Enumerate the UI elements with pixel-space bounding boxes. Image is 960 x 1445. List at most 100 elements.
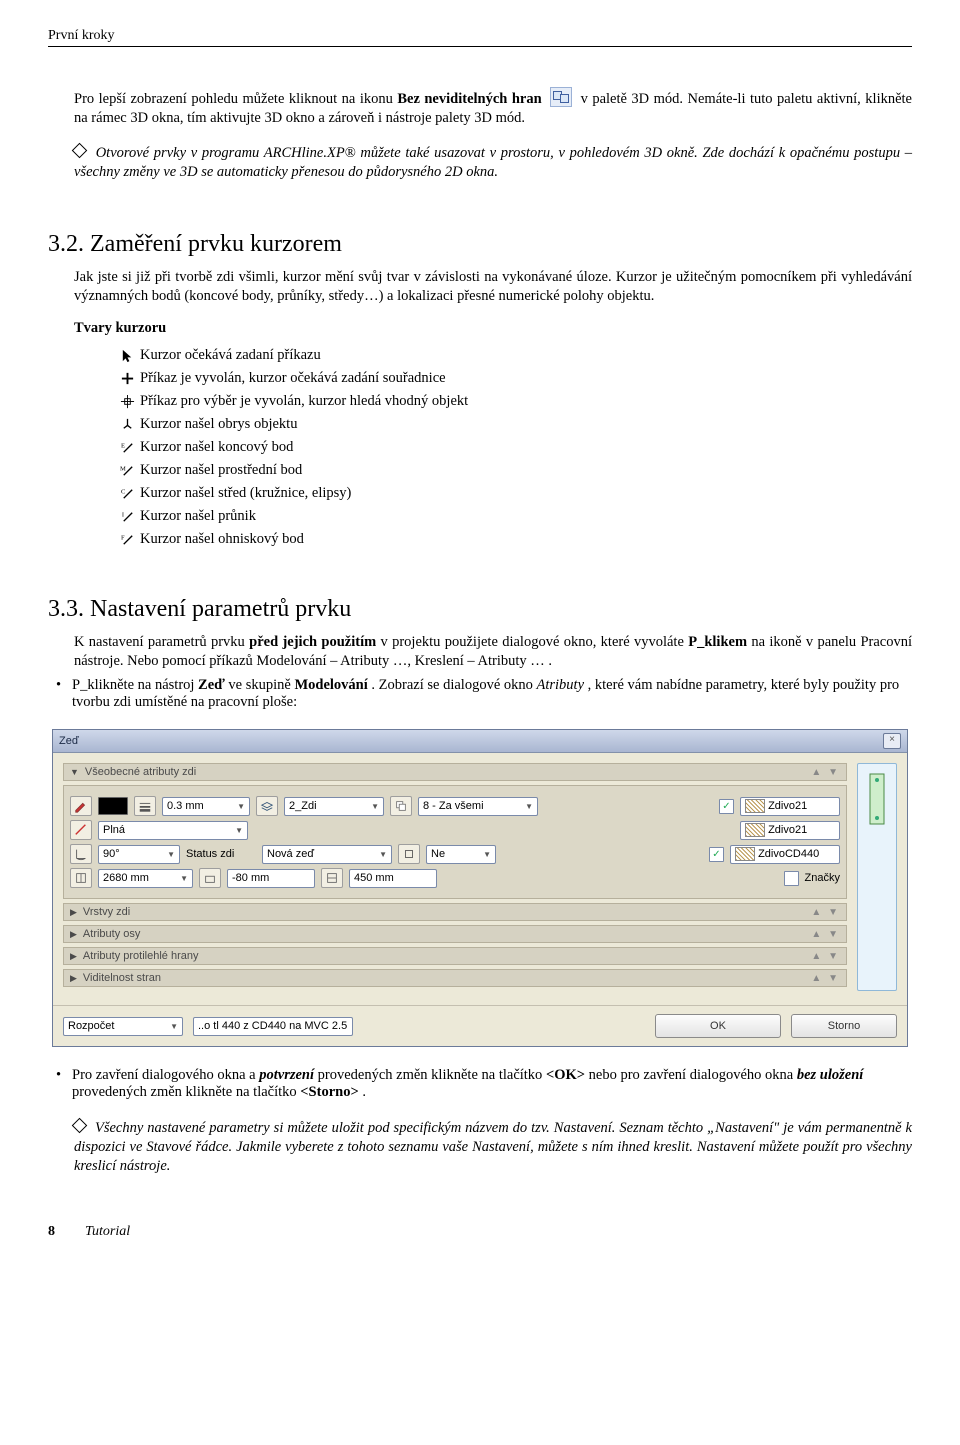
budget-note-field[interactable]: ..o tl 440 z CD440 na MVC 2.5 [193, 1017, 353, 1036]
after-i: . [362, 1084, 366, 1100]
after-a: Pro zavření dialogového okna a [72, 1067, 259, 1083]
section-3-3-heading: 3.3. Nastavení parametrů prvku [48, 596, 912, 623]
mat1-combo[interactable]: Zdivo21 [740, 797, 840, 816]
cursor-table: Kurzor očekává zadaní příkazu Příkaz je … [114, 347, 912, 548]
ok-button[interactable]: OK [655, 1014, 781, 1038]
panel-opposite-title: Atributy protilehlé hrany [83, 950, 199, 962]
ne-combo[interactable]: Ne▼ [426, 845, 496, 864]
after-d: <OK> [546, 1067, 585, 1083]
angle-icon[interactable] [70, 844, 92, 864]
cursor-label-1: Příkaz je vyvolán, kurzor očekává zadání… [140, 370, 446, 387]
h3-field[interactable]: 450 mm [349, 869, 437, 888]
layer-icon[interactable] [256, 796, 278, 816]
flag-icon[interactable] [398, 844, 420, 864]
pen-icon[interactable] [70, 796, 92, 816]
panel-general-header[interactable]: ▼ Všeobecné atributy zdi ▲ ▼ [63, 763, 847, 781]
budget-combo[interactable]: Rozpočet▼ [63, 1017, 183, 1036]
sec32-title: Zaměření prvku kurzorem [90, 231, 342, 257]
line-type-icon[interactable] [70, 820, 92, 840]
color-swatch[interactable] [98, 797, 128, 815]
cursor-row-1: Příkaz je vyvolán, kurzor očekává zadání… [114, 370, 912, 387]
note-1: Otvorové prvky v programu ARCHline.XP® m… [74, 144, 912, 182]
status-combo[interactable]: Nová zeď▼ [262, 845, 392, 864]
cursor-label-5: Kurzor našel prostřední bod [140, 462, 302, 479]
mat1-check[interactable]: ✓ [719, 799, 734, 814]
note-2-text: Všechny nastavené parametry si můžete ul… [74, 1120, 912, 1174]
wall-preview [857, 763, 897, 991]
li2-f: Atributy [537, 677, 585, 693]
mat3-check[interactable]: ✓ [709, 847, 724, 862]
status-label: Status zdi [186, 848, 256, 860]
footer-label: Tutorial [85, 1224, 130, 1240]
cursor-row-0: Kurzor očekává zadaní příkazu [114, 347, 912, 364]
cursor-label-4: Kurzor našel koncový bod [140, 439, 293, 456]
li2-c: ve skupině [228, 677, 294, 693]
mat3-combo[interactable]: ZdivoCD440 [730, 845, 840, 864]
panel-general-title: Všeobecné atributy zdi [85, 766, 196, 778]
panel-opposite-header[interactable]: ▶ Atributy protilehlé hrany ▲ ▼ [63, 947, 847, 965]
focus-cursor-icon: F [114, 532, 140, 547]
svg-text:I: I [121, 511, 123, 518]
midpoint-cursor-icon: M [114, 463, 140, 478]
line-weight-icon[interactable] [134, 796, 156, 816]
intersection-cursor-icon: I [114, 509, 140, 524]
panel-axis-title: Atributy osy [83, 928, 140, 940]
hide-edges-icon [550, 87, 572, 107]
note-1-text: Otvorové prvky v programu ARCHline.XP® m… [74, 145, 912, 180]
sec33-d: P_klikem [688, 634, 747, 650]
cursor-label-6: Kurzor našel střed (kružnice, elipsy) [140, 485, 351, 502]
cursor-row-6: C Kurzor našel střed (kružnice, elipsy) [114, 485, 912, 502]
expand-icon: ▶ [70, 951, 77, 962]
sec33-intro: K nastavení parametrů prvku před jejich … [74, 633, 912, 671]
h1-combo[interactable]: 2680 mm▼ [98, 869, 193, 888]
height2-icon[interactable] [199, 868, 221, 888]
panel-axis-header[interactable]: ▶ Atributy osy ▲ ▼ [63, 925, 847, 943]
angle-combo[interactable]: 90°▼ [98, 845, 180, 864]
intro-paragraph: Pro lepší zobrazení pohledu můžete klikn… [74, 87, 912, 128]
pick-cursor-icon [114, 394, 140, 409]
sec33-b: před jejich použitím [249, 634, 376, 650]
panel-visibility-header[interactable]: ▶ Viditelnost stran ▲ ▼ [63, 969, 847, 987]
cursor-label-8: Kurzor našel ohniskový bod [140, 531, 304, 548]
page-footer: 8 Tutorial [48, 1224, 912, 1240]
after-h: <Storno> [300, 1084, 358, 1100]
thickness-combo[interactable]: 0.3 mm▼ [162, 797, 250, 816]
height3-icon[interactable] [321, 868, 343, 888]
dialog-title: Zeď [59, 735, 79, 747]
bullet-item-2: P_klikněte na nástroj Zeď ve skupině Mod… [56, 677, 912, 711]
cursor-label-2: Příkaz pro výběr je vyvolán, kurzor hled… [140, 393, 468, 410]
linetype-combo[interactable]: Plná▼ [98, 821, 248, 840]
cursor-row-7: I Kurzor našel průnik [114, 508, 912, 525]
intro-text-a: Pro lepší zobrazení pohledu můžete klikn… [74, 91, 397, 107]
dialog-titlebar: Zeď × [53, 730, 907, 753]
after-f: bez uložení [797, 1067, 863, 1083]
li2-a: P_klikněte na nástroj [72, 677, 198, 693]
cursor-row-2: Příkaz pro výběr je vyvolán, kurzor hled… [114, 393, 912, 410]
note-2: Všechny nastavené parametry si můžete ul… [74, 1119, 912, 1176]
layer-combo[interactable]: 2_Zdi▼ [284, 797, 384, 816]
li2-b: Zeď [198, 677, 225, 693]
bullet-dot-icon [56, 677, 72, 711]
close-icon[interactable]: × [883, 733, 901, 749]
after-c: provedených změn klikněte na tlačítko [318, 1067, 546, 1083]
h2-field[interactable]: -80 mm [227, 869, 315, 888]
panel-general-body: 0.3 mm▼ 2_Zdi▼ 8 - Za všemi▼ ✓ Zdivo21 P… [63, 785, 847, 899]
section-3-2-heading: 3.2. Zaměření prvku kurzorem [48, 231, 912, 258]
storno-button[interactable]: Storno [791, 1014, 897, 1038]
diamond-bullet-icon [72, 1118, 88, 1134]
cursor-label-7: Kurzor našel průnik [140, 508, 256, 525]
cursor-row-8: F Kurzor našel ohniskový bod [114, 531, 912, 548]
after-g: provedených změn klikněte na tlačítko [72, 1084, 300, 1100]
panel-layers-header[interactable]: ▶ Vrstvy zdi ▲ ▼ [63, 903, 847, 921]
svg-text:C: C [120, 488, 124, 495]
height1-icon[interactable] [70, 868, 92, 888]
collapse-icon: ▼ [70, 767, 79, 777]
li2-d: Modelování [294, 677, 367, 693]
order-icon[interactable] [390, 796, 412, 816]
cursor-label-3: Kurzor našel obrys objektu [140, 416, 297, 433]
order-combo[interactable]: 8 - Za všemi▼ [418, 797, 538, 816]
tags-check[interactable] [784, 871, 799, 886]
cursor-row-3: Kurzor našel obrys objektu [114, 416, 912, 433]
mat2-combo[interactable]: Zdivo21 [740, 821, 840, 840]
panel-caret-icon: ▲ ▼ [811, 767, 840, 778]
